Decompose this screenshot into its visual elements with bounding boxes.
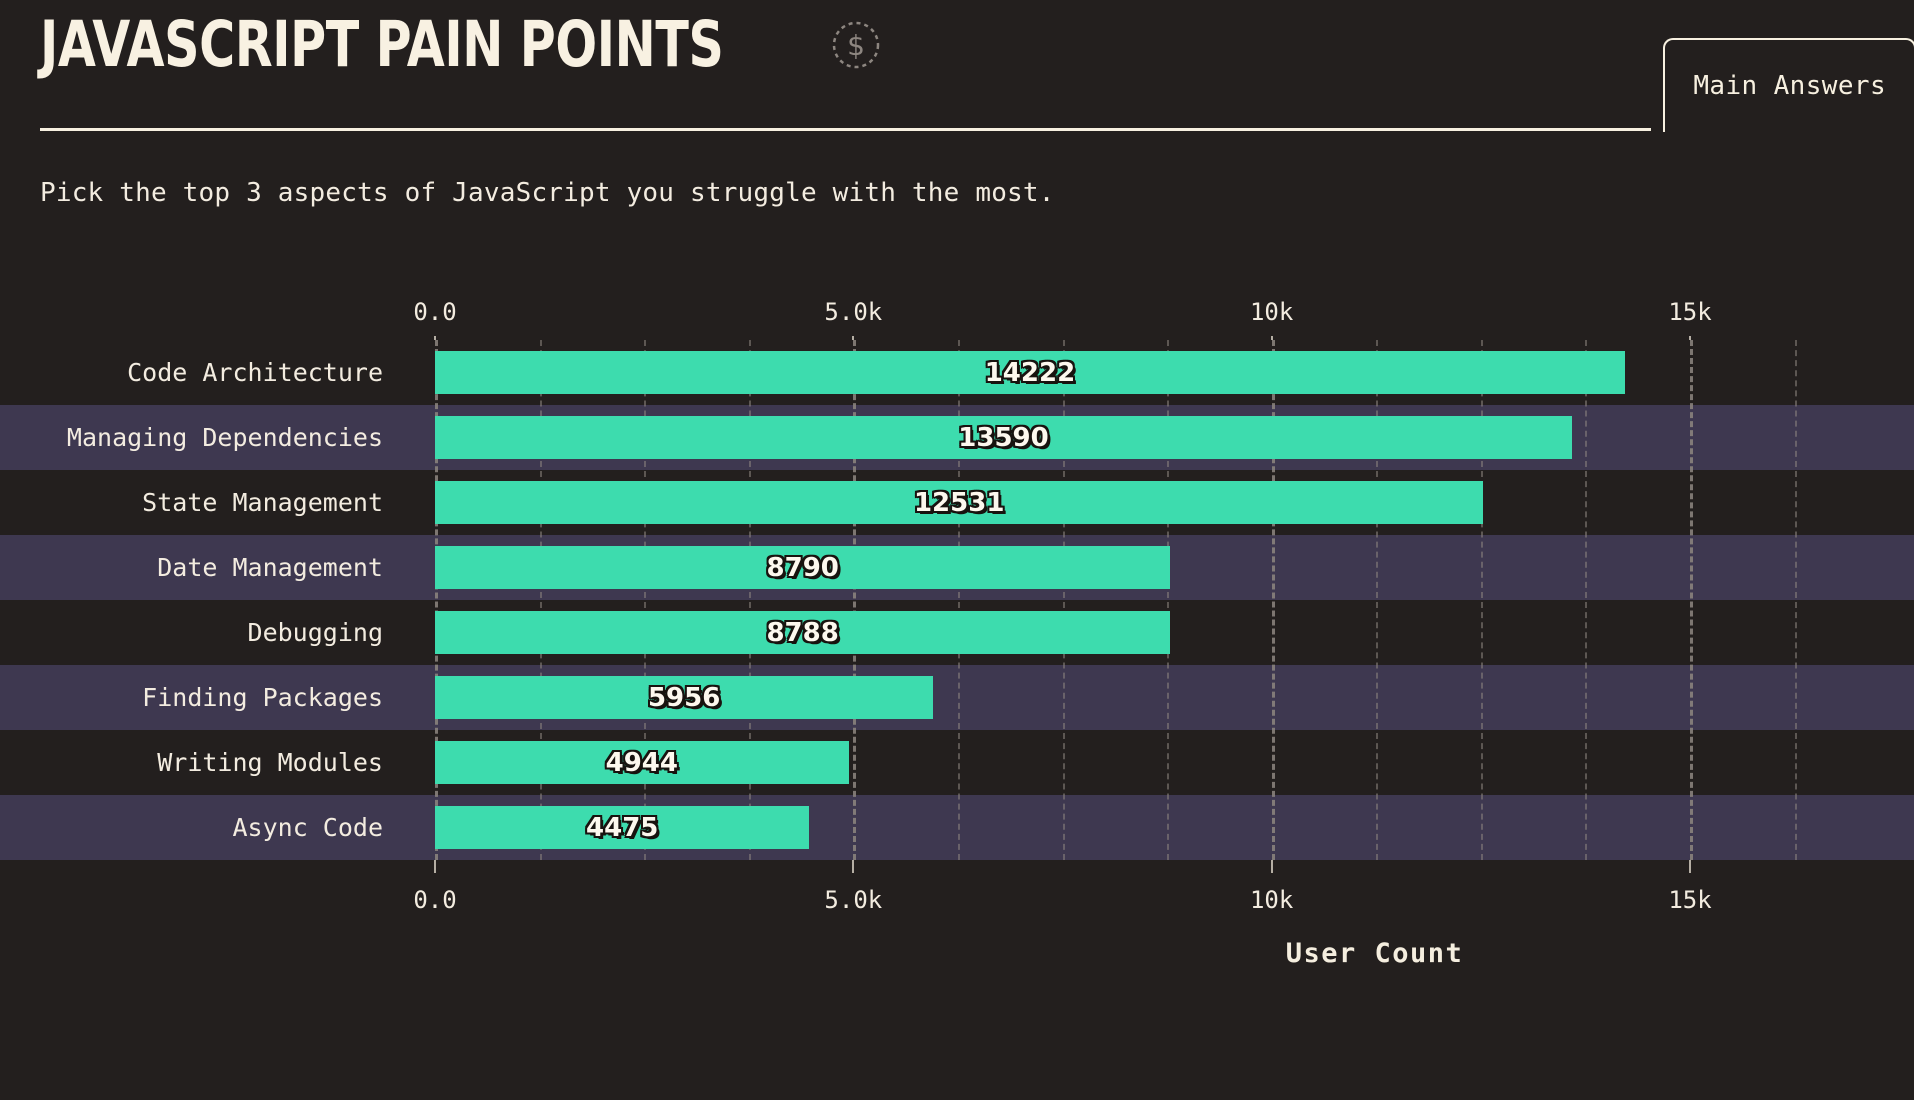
bar[interactable] <box>435 741 849 784</box>
plot-area: Code Architecture 14222 Managing Dependenc… <box>0 340 1914 860</box>
x-axis-tick-mark <box>1689 860 1691 873</box>
x-axis-tick-label: 0.0 <box>413 298 457 326</box>
x-axis-tick-label: 10k <box>1249 886 1294 914</box>
x-axis-tick-label: 5.0k <box>824 298 883 326</box>
category-label: State Management <box>142 488 383 517</box>
x-axis-ticks-bottom <box>0 860 1914 873</box>
bar[interactable] <box>435 416 1573 459</box>
x-axis-tick-label: 15k <box>1668 298 1712 326</box>
category-label: Code Architecture <box>127 358 383 387</box>
bar[interactable] <box>435 546 1171 589</box>
page-title: JAVASCRIPT PAIN POINTS <box>40 8 724 81</box>
x-axis-tick-mark <box>1270 860 1273 873</box>
x-axis-title-text: User Count <box>1285 938 1464 969</box>
x-axis-labels-top: 0.0 5.0k 10k 15k <box>0 298 1914 332</box>
x-axis-title: User Count <box>0 938 1914 969</box>
category-label: Finding Packages <box>142 683 383 712</box>
x-axis-labels-bottom: 0.0 5.0k 10k 15k <box>0 886 1914 920</box>
category-label: Managing Dependencies <box>66 423 383 452</box>
gridline-minor <box>1794 340 1797 860</box>
bar[interactable] <box>435 676 934 719</box>
gridline-major <box>1690 340 1693 860</box>
x-axis-tick-label: 5.0k <box>824 886 883 914</box>
bar[interactable] <box>435 611 1171 654</box>
category-label: Date Management <box>157 553 383 582</box>
title-row: JAVASCRIPT PAIN POINTS $ <box>40 8 882 81</box>
x-axis-tick-label: 15k <box>1668 886 1712 914</box>
category-label: Async Code <box>232 813 383 842</box>
gridline-minor <box>1585 340 1588 860</box>
bar[interactable] <box>435 351 1625 394</box>
page-header: JAVASCRIPT PAIN POINTS $ Main Answers <box>0 0 1914 132</box>
category-label: Writing Modules <box>157 748 383 777</box>
bar[interactable] <box>435 481 1484 524</box>
x-axis-tick-label: 0.0 <box>413 886 457 914</box>
x-axis-tick-mark <box>434 860 436 873</box>
bar-chart: 0.0 5.0k 10k 15k Code Architecture 14222 Mana… <box>0 282 1914 1072</box>
question-subtitle: Pick the top 3 aspects of JavaScript you… <box>40 178 1055 208</box>
x-axis-tick-mark <box>852 860 855 873</box>
dollar-circle-dashed-icon: $ <box>830 19 882 71</box>
svg-text:$: $ <box>847 29 865 62</box>
x-axis-tick-label: 10k <box>1249 298 1294 326</box>
header-divider <box>40 128 1651 131</box>
category-label: Debugging <box>247 618 383 647</box>
bar[interactable] <box>435 806 810 849</box>
tab-main-answers[interactable]: Main Answers <box>1663 38 1914 132</box>
